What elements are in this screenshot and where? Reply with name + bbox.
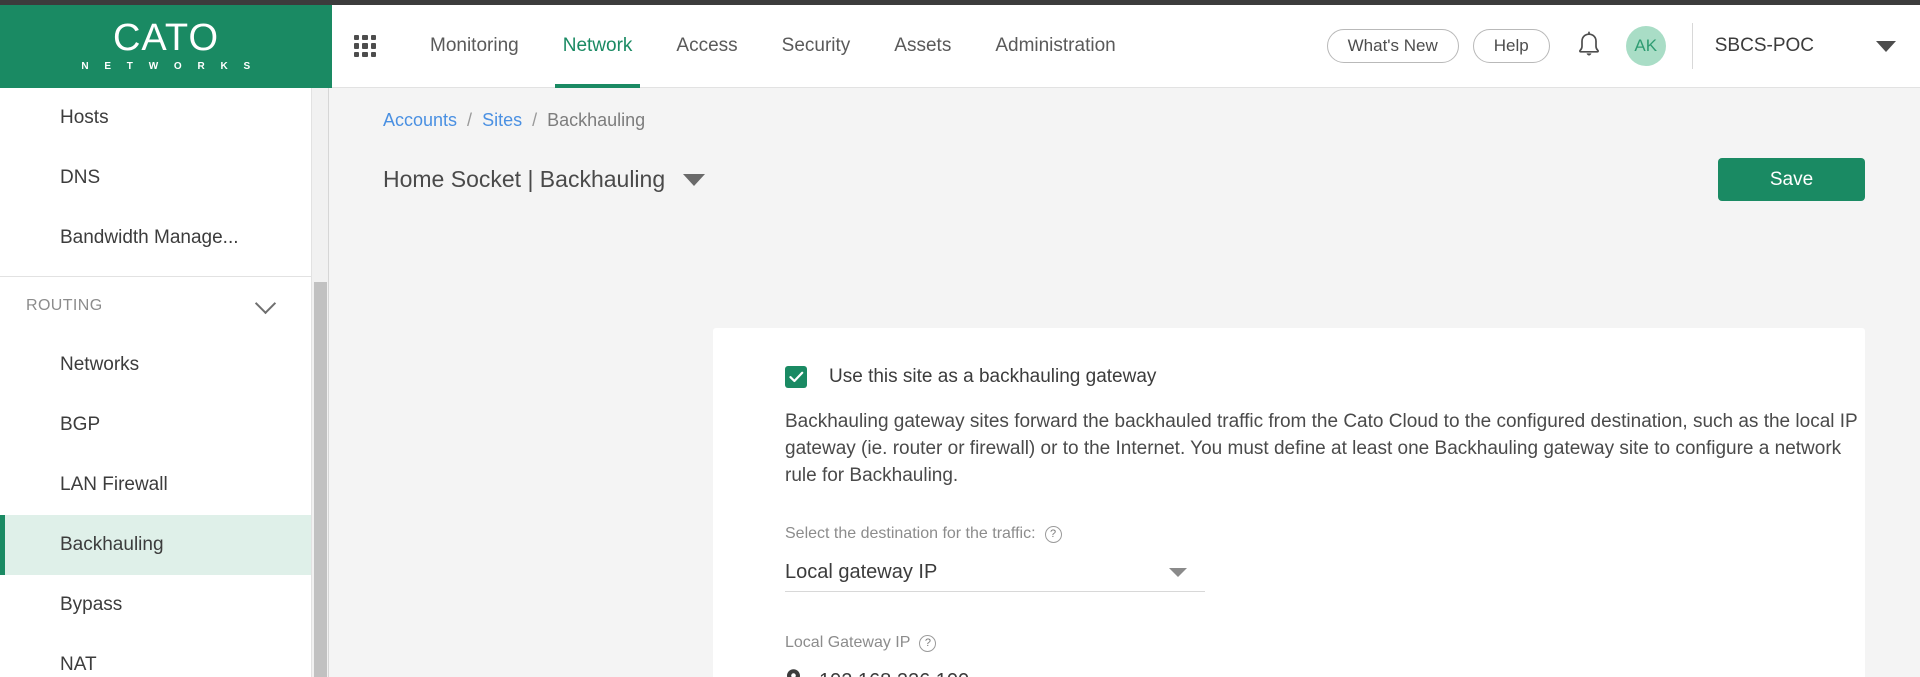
breadcrumb-separator: / [532,110,538,130]
help-question-icon[interactable]: ? [1044,525,1062,543]
backhauling-description: Backhauling gateway sites forward the ba… [785,411,1858,486]
breadcrumb-sites[interactable]: Sites [482,110,522,131]
page-title-selector[interactable]: Home Socket | Backhauling [383,166,706,193]
sidebar-item-nat[interactable]: NAT [0,635,311,677]
logo-tagline: N E T W O R K S [81,61,257,72]
sidebar-item-networks[interactable]: Networks [0,335,311,395]
nav-tab-monitoring[interactable]: Monitoring [408,5,541,88]
map-pin-icon [785,668,802,677]
notification-bell-icon[interactable] [1576,31,1602,61]
destination-field: Select the destination for the traffic: … [785,525,1205,592]
main-nav-tabs: Monitoring Network Access Security Asset… [408,5,1138,88]
sidebar-item-bypass[interactable]: Bypass [0,575,311,635]
account-chevron-down-icon[interactable] [1876,40,1896,52]
sidebar-group-label: ROUTING [26,297,103,314]
sidebar-item-backhauling[interactable]: Backhauling [0,515,311,575]
help-button[interactable]: Help [1472,29,1550,63]
sidebar-item-lan-firewall[interactable]: LAN Firewall [0,455,311,515]
header-right-cluster: What's New Help AK SBCS-POC [1326,5,1920,87]
local-gateway-ip-label-row: Local Gateway IP ? [785,634,1205,652]
local-gateway-ip-value: 192.168.226.100 [819,670,969,677]
sidebar-item-dns[interactable]: DNS [0,148,311,208]
app-root: CATO N E T W O R K S Monitoring Network … [0,0,1920,677]
help-question-icon[interactable]: ? [919,634,937,652]
sidebar-group-routing[interactable]: ROUTING [0,277,311,335]
whats-new-button[interactable]: What's New [1326,29,1459,63]
local-gateway-ip-label: Local Gateway IP [785,634,911,651]
apps-grid-icon[interactable] [354,35,376,57]
settings-card-body: Use this site as a backhauling gateway B… [713,328,1865,677]
breadcrumb-separator: / [467,110,473,130]
nav-tab-network[interactable]: Network [541,5,655,88]
app-header: CATO N E T W O R K S Monitoring Network … [0,5,1920,88]
destination-select[interactable]: Local gateway IP [785,554,1205,592]
destination-selected-value: Local gateway IP [785,561,938,583]
header-nav-area: Monitoring Network Access Security Asset… [332,5,1327,88]
left-sidebar: Hosts DNS Bandwidth Manage... ROUTING Ne… [0,88,312,677]
backhauling-gateway-checkbox-label: Use this site as a backhauling gateway [829,366,1157,387]
nav-tab-security[interactable]: Security [760,5,873,88]
sidebar-item-bandwidth-management[interactable]: Bandwidth Manage... [0,208,311,268]
sidebar-scrollbar-thumb[interactable] [314,282,327,677]
local-gateway-ip-value-row: 192.168.226.100 [785,668,969,677]
backhauling-gateway-checkbox-row: Use this site as a backhauling gateway [785,366,1865,388]
header-divider [1691,23,1693,69]
breadcrumb-accounts[interactable]: Accounts [383,110,457,131]
nav-tab-access[interactable]: Access [654,5,759,88]
page-title-caret-down-icon[interactable] [683,173,706,186]
sidebar-item-bgp[interactable]: BGP [0,395,311,455]
main-content: Accounts / Sites / Backhauling Home Sock… [330,88,1920,677]
nav-tab-assets[interactable]: Assets [872,5,973,88]
sidebar-item-hosts[interactable]: Hosts [0,88,311,148]
destination-field-label-row: Select the destination for the traffic: … [785,525,1205,543]
logo-wordmark: CATO [112,17,220,59]
save-button[interactable]: Save [1718,158,1865,201]
local-gateway-ip-input[interactable]: 192.168.226.100 [785,663,1205,677]
backhauling-gateway-checkbox[interactable] [785,366,807,388]
local-gateway-ip-field: Local Gateway IP ? 192.168.226.100 [785,634,1205,677]
chevron-down-icon[interactable] [254,292,277,314]
breadcrumb-current: Backhauling [547,110,646,130]
page-title: Home Socket | Backhauling [383,166,666,192]
account-name-label[interactable]: SBCS-POC [1715,35,1814,57]
settings-card: Use this site as a backhauling gateway B… [713,328,1865,677]
caret-down-icon[interactable] [1169,568,1187,577]
user-avatar[interactable]: AK [1625,26,1666,66]
breadcrumb: Accounts / Sites / Backhauling [330,88,1920,131]
nav-tab-administration[interactable]: Administration [973,5,1137,88]
destination-label: Select the destination for the traffic: [785,525,1036,542]
cato-networks-logo[interactable]: CATO N E T W O R K S [0,5,332,88]
page-title-row: Home Socket | Backhauling Save [330,131,1920,201]
